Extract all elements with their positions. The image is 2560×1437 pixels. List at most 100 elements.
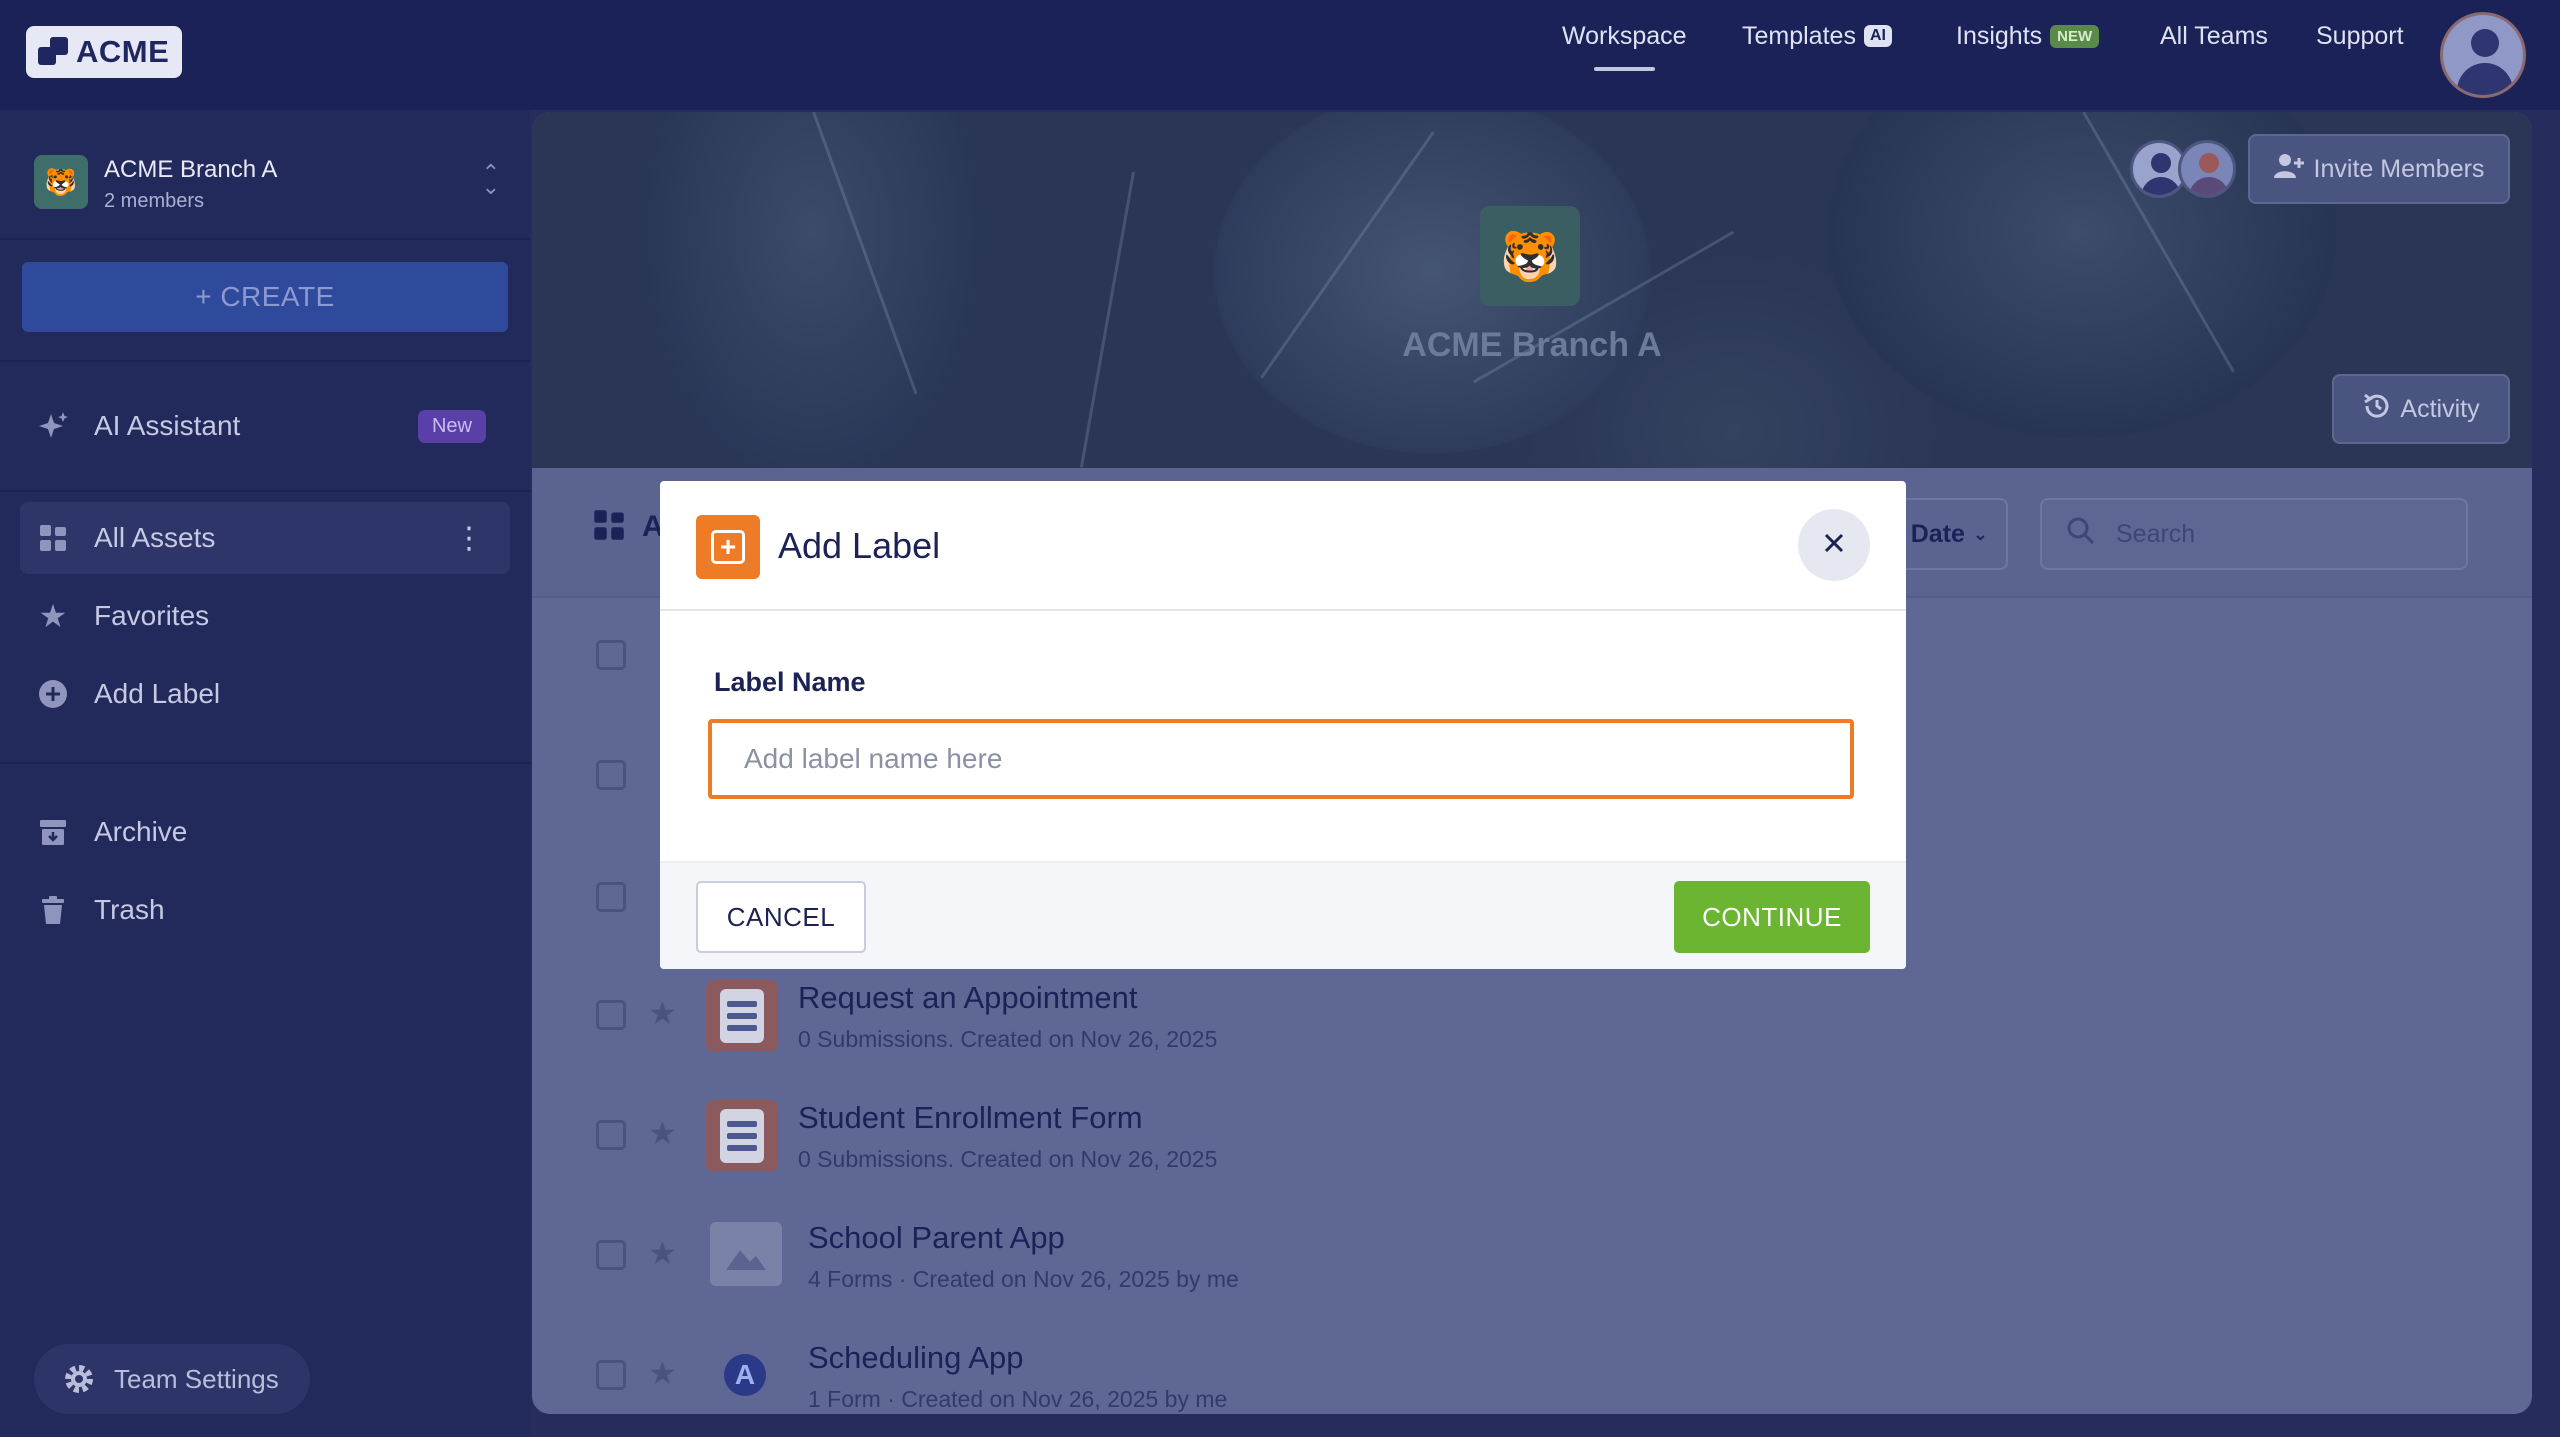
- nav-support[interactable]: Support: [2316, 22, 2404, 51]
- list-item[interactable]: ★ Request an Appointment 0 Submissions. …: [532, 958, 2532, 1078]
- asset-meta: 0 Submissions. Created on Nov 26, 2025: [798, 1146, 1218, 1172]
- grid-icon: [592, 508, 626, 551]
- row-checkbox[interactable]: [596, 1120, 626, 1150]
- row-checkbox[interactable]: [596, 1240, 626, 1270]
- list-item[interactable]: ★ Student Enrollment Form 0 Submissions.…: [532, 1078, 2532, 1198]
- avatar: [2178, 140, 2236, 198]
- team-logo-icon: 🐯: [34, 155, 88, 209]
- top-navigation-bar: ACME Workspace Templates AI Insights NEW…: [0, 0, 2560, 110]
- archive-icon: [36, 815, 70, 849]
- list-item[interactable]: ★ A Scheduling App 1 Form · Created on N…: [532, 1318, 2532, 1414]
- team-logo-icon: 🐯: [1480, 206, 1580, 306]
- asset-title[interactable]: Student Enrollment Form: [798, 1100, 1143, 1136]
- sidebar-item-label: Favorites: [94, 600, 210, 631]
- asset-title[interactable]: Scheduling App: [808, 1340, 1023, 1376]
- more-options-icon[interactable]: ⋮: [454, 521, 484, 556]
- new-badge: NEW: [2050, 24, 2100, 48]
- nav-all-teams-label: All Teams: [2160, 21, 2268, 50]
- new-badge: New: [417, 409, 486, 443]
- sidebar-item-ai-assistant[interactable]: AI Assistant New: [20, 390, 510, 462]
- team-member-count: 2 members: [104, 190, 205, 212]
- app-logo-icon: A: [710, 1340, 780, 1410]
- image-placeholder-icon: [710, 1222, 782, 1286]
- sidebar-item-label: Trash: [94, 894, 165, 925]
- asset-meta: 4 Forms · Created on Nov 26, 2025 by me: [808, 1266, 1239, 1292]
- close-icon: [1823, 528, 1845, 562]
- asset-meta: 0 Submissions. Created on Nov 26, 2025: [798, 1026, 1218, 1052]
- team-title: ACME Branch A: [1402, 326, 1662, 364]
- activity-button[interactable]: Activity: [2332, 374, 2510, 444]
- gear-icon: [62, 1362, 96, 1396]
- sidebar-item-all-assets[interactable]: All Assets ⋮: [20, 502, 510, 574]
- asset-meta: 1 Form · Created on Nov 26, 2025 by me: [808, 1386, 1228, 1412]
- divider: [0, 238, 530, 240]
- nav-templates-label: Templates: [1742, 21, 1856, 50]
- label-name-label: Label Name: [714, 667, 866, 697]
- add-label-icon: +: [696, 515, 760, 579]
- plus-circle-icon: [36, 677, 70, 711]
- team-switcher[interactable]: 🐯 ACME Branch A 2 members ⌃ ⌄: [20, 140, 510, 220]
- search-input[interactable]: Search: [2040, 498, 2468, 570]
- asset-title[interactable]: Request an Appointment: [798, 980, 1138, 1016]
- list-item[interactable]: ★ School Parent App 4 Forms · Created on…: [532, 1198, 2532, 1318]
- continue-button[interactable]: CONTINUE: [1674, 881, 1870, 953]
- sidebar-item-label: Archive: [94, 816, 188, 847]
- logo-text: ACME: [76, 34, 170, 69]
- star-icon[interactable]: ★: [648, 994, 677, 1032]
- grid-icon: [36, 521, 70, 555]
- sidebar-item-label: AI Assistant: [94, 410, 241, 441]
- star-icon[interactable]: ★: [648, 1114, 677, 1152]
- divider: [0, 490, 530, 492]
- dialog-header: + Add Label: [660, 481, 1906, 611]
- star-icon[interactable]: ★: [648, 1354, 677, 1392]
- chevron-down-icon: ⌄: [1972, 523, 1988, 544]
- nav-all-teams[interactable]: All Teams: [2160, 22, 2268, 51]
- trash-icon: [36, 893, 70, 927]
- sidebar-item-trash[interactable]: Trash: [20, 874, 510, 946]
- user-avatar[interactable]: [2440, 12, 2526, 98]
- nav-workspace[interactable]: Workspace: [1562, 21, 1687, 71]
- nav-insights[interactable]: Insights NEW: [1956, 22, 2100, 51]
- chevron-up-down-icon: ⌃ ⌄: [481, 160, 500, 199]
- team-cover-banner: 🐯 ACME Branch A Invite Members Activity: [532, 112, 2532, 468]
- sidebar-item-label: All Assets: [94, 522, 216, 553]
- row-checkbox[interactable]: [596, 640, 626, 670]
- row-checkbox[interactable]: [596, 1360, 626, 1390]
- sidebar-item-label: Add Label: [94, 678, 221, 709]
- invite-members-label: Invite Members: [2313, 154, 2485, 183]
- divider: [0, 360, 530, 362]
- star-icon: ★: [38, 598, 68, 634]
- invite-members-button[interactable]: Invite Members: [2248, 134, 2510, 204]
- logo-mark-icon: [38, 37, 70, 67]
- row-checkbox[interactable]: [596, 882, 626, 912]
- form-icon: [706, 980, 778, 1052]
- dialog-title: Add Label: [778, 525, 941, 566]
- team-settings-button[interactable]: Team Settings: [34, 1344, 310, 1414]
- label-name-input[interactable]: [708, 719, 1854, 799]
- nav-support-label: Support: [2316, 21, 2404, 50]
- sidebar-item-archive[interactable]: Archive: [20, 796, 510, 868]
- row-checkbox[interactable]: [596, 760, 626, 790]
- activity-label: Activity: [2400, 394, 2480, 423]
- search-icon: [2066, 516, 2096, 553]
- sidebar-item-add-label[interactable]: Add Label: [20, 658, 510, 730]
- close-button[interactable]: [1798, 509, 1870, 581]
- search-placeholder: Search: [2116, 519, 2196, 548]
- member-avatars[interactable]: [2130, 140, 2240, 200]
- create-button[interactable]: + CREATE: [22, 262, 508, 332]
- cancel-button[interactable]: CANCEL: [696, 881, 866, 953]
- asset-title[interactable]: School Parent App: [808, 1220, 1065, 1256]
- acme-logo[interactable]: ACME: [26, 26, 182, 78]
- history-icon: [2362, 391, 2392, 428]
- form-icon: [706, 1100, 778, 1172]
- team-name: ACME Branch A: [104, 156, 278, 183]
- ai-badge: AI: [1863, 25, 1892, 47]
- add-label-dialog: + Add Label Label Name CANCEL CONTINUE: [660, 481, 1906, 969]
- star-icon[interactable]: ★: [648, 1234, 677, 1272]
- nav-workspace-label: Workspace: [1562, 21, 1687, 50]
- nav-templates[interactable]: Templates AI: [1742, 22, 1892, 51]
- row-checkbox[interactable]: [596, 1000, 626, 1030]
- sidebar-item-favorites[interactable]: ★ Favorites: [20, 580, 510, 652]
- team-settings-label: Team Settings: [114, 1363, 279, 1394]
- divider: [0, 762, 530, 764]
